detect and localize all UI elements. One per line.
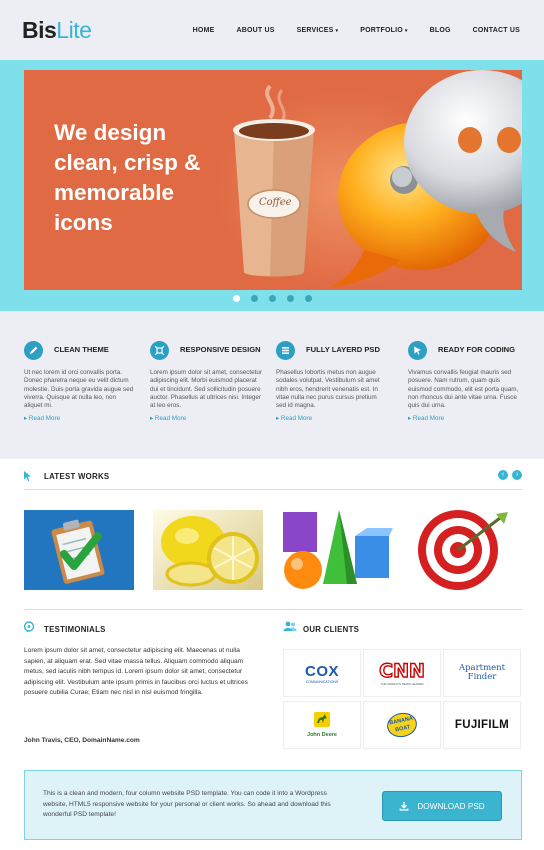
feature-text: Lorem ipsum dolor sit amet, consectetur … bbox=[150, 369, 262, 410]
hero-slider: We design clean, crisp & memorable icons… bbox=[0, 60, 544, 311]
speech-bubble-icon bbox=[23, 621, 35, 633]
deer-icon bbox=[314, 712, 330, 727]
feature-title: READY FOR CODING bbox=[438, 345, 516, 354]
apartment-sub: Finder bbox=[467, 672, 497, 682]
lemon-icon bbox=[153, 510, 263, 590]
client-logo-apartment-finder[interactable]: Apartment Finder bbox=[443, 649, 521, 697]
cnn-name: CNN bbox=[378, 659, 425, 682]
nav-services[interactable]: SERVICES ▾ bbox=[297, 27, 339, 34]
logo[interactable]: BisLite bbox=[22, 17, 92, 44]
client-logo-john-deere[interactable]: John Deere bbox=[283, 701, 361, 749]
read-more-link[interactable]: ▸ Read More bbox=[408, 415, 444, 422]
hero-headline: We design clean, crisp & memorable icons bbox=[54, 120, 201, 235]
client-logo-banana-boat[interactable]: BANANA BOAT bbox=[363, 701, 441, 749]
feature-title: CLEAN THEME bbox=[54, 345, 109, 354]
client-logo-fujifilm[interactable]: FUJIFILM bbox=[443, 701, 521, 749]
resize-icon bbox=[150, 341, 169, 360]
site-header: BisLite HOME ABOUT US SERVICES ▾ PORTFOLI… bbox=[0, 0, 544, 60]
read-more-link[interactable]: ▸ Read More bbox=[24, 415, 60, 422]
cursor-arrow-icon bbox=[24, 471, 31, 482]
download-icon bbox=[399, 802, 409, 811]
download-psd-label: DOWNLOAD PSD bbox=[417, 801, 485, 811]
layers-icon bbox=[276, 341, 295, 360]
feature-text: Ut nec lorem id orci convallis porta. Do… bbox=[24, 369, 134, 410]
slider-dot-2[interactable] bbox=[250, 295, 258, 302]
fujifilm-name: FUJIFILM bbox=[454, 719, 510, 731]
cox-name: COX bbox=[304, 662, 339, 680]
work-thumb-clipboard[interactable] bbox=[24, 510, 134, 590]
chevron-down-icon: ▾ bbox=[404, 28, 408, 34]
chat-bubbles-icon bbox=[328, 70, 522, 288]
carousel-prev-button[interactable]: ‹ bbox=[498, 470, 508, 480]
cox-sub: COMMUNICATIONS bbox=[305, 679, 339, 684]
logo-bold: Bis bbox=[22, 17, 57, 43]
cup-label: Coffee bbox=[259, 197, 292, 208]
coffee-cup-icon bbox=[233, 84, 315, 277]
chevron-down-icon: ▾ bbox=[335, 28, 339, 34]
testimonials-title: TESTIMONIALS bbox=[44, 625, 106, 634]
nav-blog[interactable]: BLOG bbox=[430, 27, 451, 34]
slider-dot-5[interactable] bbox=[304, 295, 312, 302]
shapes-icon bbox=[283, 510, 393, 590]
work-thumb-lemons[interactable] bbox=[153, 510, 263, 590]
logo-light: Lite bbox=[56, 17, 92, 43]
nav-portfolio[interactable]: PORTFOLIO ▾ bbox=[360, 27, 407, 34]
slider-dot-3[interactable] bbox=[268, 295, 276, 302]
nav-about-us[interactable]: ABOUT US bbox=[236, 27, 274, 34]
latest-works-title: LATEST WORKS bbox=[44, 472, 110, 481]
nav-contact-us[interactable]: CONTACT US bbox=[473, 27, 520, 34]
client-logo-cox[interactable]: COX COMMUNICATIONS bbox=[283, 649, 361, 697]
users-icon bbox=[283, 621, 297, 631]
divider bbox=[24, 609, 522, 610]
cox-logo: COX COMMUNICATIONS bbox=[305, 663, 339, 684]
divider bbox=[24, 489, 522, 490]
slider-dots bbox=[0, 295, 544, 302]
clients-title: OUR CLIENTS bbox=[303, 625, 360, 634]
feature-text: Phasellus lobortis metus non augue sodal… bbox=[276, 369, 380, 410]
read-more-label: Read More bbox=[28, 415, 61, 422]
carousel-next-button[interactable]: › bbox=[512, 470, 522, 480]
slider-dot-4[interactable] bbox=[286, 295, 294, 302]
read-more-link[interactable]: ▸ Read More bbox=[150, 415, 186, 422]
slider-dot-1[interactable] bbox=[232, 295, 240, 302]
hero-slide: We design clean, crisp & memorable icons… bbox=[24, 70, 522, 290]
nav-portfolio-label: PORTFOLIO bbox=[360, 27, 403, 34]
read-more-link[interactable]: ▸ Read More bbox=[276, 415, 312, 422]
target-icon bbox=[412, 510, 522, 590]
cnn-sub: THE WORLD'S NEWS LEADER bbox=[380, 682, 424, 686]
cursor-icon bbox=[408, 341, 427, 360]
download-psd-button[interactable]: DOWNLOAD PSD bbox=[382, 791, 502, 821]
client-logo-cnn[interactable]: CNN THE WORLD'S NEWS LEADER bbox=[363, 649, 441, 697]
read-more-label: Read More bbox=[154, 415, 187, 422]
work-thumb-target[interactable] bbox=[412, 510, 522, 590]
nav-services-label: SERVICES bbox=[296, 27, 334, 34]
clients-grid: COX COMMUNICATIONS CNN THE WORLD'S NEWS … bbox=[283, 649, 522, 749]
cta-text: This is a clean and modern, four column … bbox=[43, 790, 331, 818]
main-nav: HOME ABOUT US SERVICES ▾ PORTFOLIO ▾ BLOG … bbox=[171, 27, 520, 34]
clipboard-check-icon bbox=[24, 510, 134, 590]
read-more-label: Read More bbox=[280, 415, 313, 422]
read-more-label: Read More bbox=[412, 415, 445, 422]
download-cta: This is a clean and modern, four column … bbox=[24, 770, 522, 840]
cnn-logo: CNN THE WORLD'S NEWS LEADER bbox=[378, 659, 425, 686]
testimonial-author: John Travis, CEO, DomainName.com bbox=[24, 737, 140, 744]
pencil-icon bbox=[24, 341, 43, 360]
features-section: CLEAN THEME Ut nec lorem id orci convall… bbox=[0, 311, 544, 459]
feature-title: RESPONSIVE DESIGN bbox=[180, 345, 261, 354]
feature-title: FULLY LAYERD PSD bbox=[306, 345, 380, 354]
john-deere-logo: John Deere bbox=[307, 712, 337, 738]
apartment-finder-logo: Apartment Finder bbox=[459, 664, 505, 682]
testimonial-text: Lorem ipsum dolor sit amet, consectetur … bbox=[24, 647, 248, 696]
john-deere-name: John Deere bbox=[307, 732, 337, 738]
nav-home[interactable]: HOME bbox=[193, 27, 215, 34]
banana-boat-logo: BANANA BOAT bbox=[384, 710, 420, 740]
feature-text: Vivamus convallis feugiat mauris sed pos… bbox=[408, 369, 519, 410]
work-thumb-shapes[interactable] bbox=[283, 510, 393, 590]
